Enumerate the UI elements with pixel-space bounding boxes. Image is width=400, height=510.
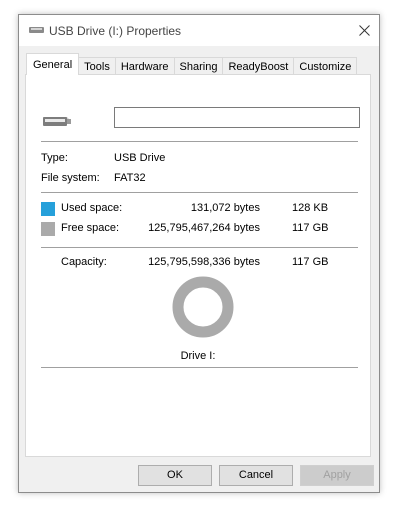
apply-button[interactable]: Apply (300, 465, 374, 486)
divider (41, 141, 358, 142)
divider (41, 367, 358, 368)
drive-name-input[interactable] (114, 107, 360, 128)
divider (41, 247, 358, 248)
dialog-buttons: OK Cancel Apply (19, 457, 379, 493)
close-icon (358, 24, 370, 36)
capacity-bytes: 125,795,598,336 bytes (148, 256, 260, 268)
window-title: USB Drive (I:) Properties (49, 24, 182, 38)
usb-drive-icon (43, 117, 71, 126)
tab-sharing[interactable]: Sharing (173, 57, 224, 75)
tab-hardware[interactable]: Hardware (114, 57, 175, 75)
tab-customize[interactable]: Customize (293, 57, 358, 75)
tab-tools[interactable]: Tools (78, 57, 116, 75)
type-label: Type: (41, 152, 68, 164)
free-space-size: 117 GB (292, 222, 329, 234)
free-space-bytes: 125,795,467,264 bytes (148, 222, 260, 234)
type-value: USB Drive (114, 152, 166, 164)
usb-drive-icon (29, 27, 44, 33)
file-system-value: FAT32 (114, 172, 146, 184)
used-space-swatch (41, 202, 55, 216)
free-space-ring (172, 276, 234, 338)
used-space-size: 128 KB (292, 202, 329, 214)
used-space-bytes: 131,072 bytes (190, 202, 260, 214)
free-space-label: Free space: (61, 222, 120, 234)
divider (41, 192, 358, 193)
free-space-swatch (41, 222, 55, 236)
tab-general[interactable]: General (26, 53, 80, 75)
tab-strip: General Tools Hardware Sharing ReadyBoos… (26, 53, 358, 75)
used-space-label: Used space: (61, 202, 123, 214)
drive-letter-label: Drive I: (180, 350, 216, 362)
title-bar: USB Drive (I:) Properties (19, 15, 379, 46)
close-button[interactable] (349, 15, 379, 45)
properties-dialog: USB Drive (I:) Properties General Tools … (18, 14, 380, 493)
cancel-button[interactable]: Cancel (219, 465, 293, 486)
capacity-label: Capacity: (61, 256, 107, 268)
tab-readyboost[interactable]: ReadyBoost (222, 57, 295, 75)
ok-button[interactable]: OK (138, 465, 212, 486)
general-panel: Type: USB Drive File system: FAT32 Used … (25, 74, 371, 457)
drive-usage-donut (172, 276, 234, 338)
file-system-label: File system: (41, 172, 100, 184)
capacity-size: 117 GB (292, 256, 329, 268)
